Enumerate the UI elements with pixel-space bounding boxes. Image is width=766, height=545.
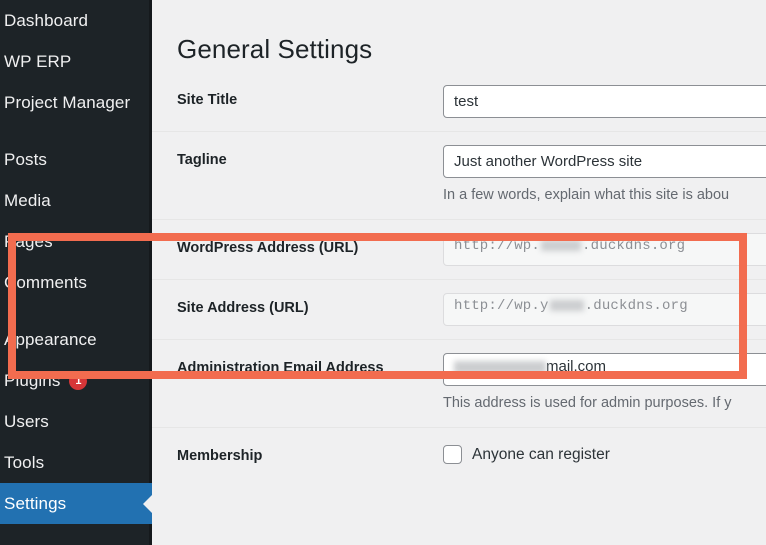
- anyone-can-register-label: Anyone can register: [472, 445, 610, 463]
- admin-sidebar: Dashboard WP ERP Project Manager Posts M…: [0, 0, 152, 545]
- sidebar-item-media[interactable]: Media: [0, 180, 152, 221]
- form-row-membership: Membership Anyone can register: [152, 427, 766, 485]
- sidebar-item-label: Project Manager: [4, 92, 131, 112]
- sidebar-item-posts[interactable]: Posts: [0, 139, 152, 180]
- tagline-description: In a few words, explain what this site i…: [443, 187, 730, 203]
- membership-label: Membership: [177, 448, 263, 465]
- sidebar-item-label: Appearance: [4, 329, 97, 349]
- admin-email-label: Administration Email Address: [177, 360, 384, 377]
- form-row-admin-email: Administration Email Address mail.com Th…: [152, 339, 766, 427]
- sidebar-item-comments[interactable]: Comments: [0, 262, 152, 303]
- sidebar-item-label: Media: [4, 190, 51, 210]
- sidebar-item-wp-erp[interactable]: WP ERP: [0, 41, 152, 82]
- sidebar-item-project-manager[interactable]: Project Manager: [0, 82, 152, 123]
- site-address-redaction: [549, 299, 584, 311]
- wordpress-address-cell: http://wp. .duckdns.org: [435, 220, 766, 279]
- sidebar-item-label: Posts: [4, 149, 48, 169]
- membership-cell: Anyone can register: [435, 428, 766, 477]
- sidebar-item-label: Settings: [4, 493, 67, 513]
- admin-email-redaction: [454, 360, 546, 374]
- form-row-site-title: Site Title: [152, 72, 766, 131]
- sidebar-item-label: Dashboard: [4, 10, 89, 30]
- site-address-input: http://wp.y .duckdns.org: [443, 293, 766, 327]
- tagline-input[interactable]: [443, 145, 766, 178]
- sidebar-item-label: Plugins: [4, 370, 61, 390]
- sidebar-separator: [0, 303, 152, 319]
- wordpress-address-label: WordPress Address (URL): [177, 240, 359, 257]
- sidebar-item-label: Comments: [4, 272, 87, 292]
- sidebar-menu: Dashboard WP ERP Project Manager Posts M…: [0, 0, 152, 524]
- admin-email-input[interactable]: mail.com: [443, 353, 766, 387]
- membership-checkbox-row[interactable]: Anyone can register: [443, 441, 766, 465]
- sidebar-item-label: WP ERP: [4, 51, 72, 71]
- sidebar-item-plugins[interactable]: Plugins 1: [0, 360, 152, 401]
- admin-screen: Dashboard WP ERP Project Manager Posts M…: [0, 0, 766, 545]
- sidebar-item-tools[interactable]: Tools: [0, 442, 152, 483]
- plugins-update-badge: 1: [69, 371, 88, 390]
- sidebar-item-settings[interactable]: Settings: [0, 483, 152, 524]
- admin-email-suffix: mail.com: [546, 358, 607, 376]
- site-title-cell: [435, 72, 766, 131]
- form-row-wordpress-address: WordPress Address (URL) http://wp. .duckd…: [152, 219, 766, 279]
- site-title-label: Site Title: [177, 92, 238, 108]
- form-row-tagline: Tagline In a few words, explain what thi…: [152, 131, 766, 219]
- current-menu-arrow-icon: [143, 493, 152, 514]
- site-address-cell: http://wp.y .duckdns.org: [435, 280, 766, 339]
- site-address-suffix: .duckdns.org: [584, 298, 688, 315]
- sidebar-item-appearance[interactable]: Appearance: [0, 319, 152, 360]
- page-title: General Settings: [177, 34, 373, 65]
- sidebar-item-pages[interactable]: Pages: [0, 221, 152, 262]
- tagline-label: Tagline: [177, 152, 227, 168]
- form-row-site-address: Site Address (URL) http://wp.y .duckdns.o…: [152, 279, 766, 339]
- site-address-prefix: http://wp.y: [454, 298, 549, 315]
- sidebar-item-dashboard[interactable]: Dashboard: [0, 0, 152, 41]
- general-settings-form: Site Title Tagline In a few words, expla…: [152, 72, 766, 485]
- wordpress-address-redaction: [541, 239, 582, 251]
- wordpress-address-prefix: http://wp.: [454, 238, 541, 255]
- admin-email-description: This address is used for admin purposes.…: [443, 395, 732, 412]
- site-address-label: Site Address (URL): [177, 300, 309, 317]
- sidebar-item-label: Pages: [4, 231, 53, 251]
- sidebar-item-label: Users: [4, 411, 49, 431]
- tagline-cell: In a few words, explain what this site i…: [435, 132, 766, 219]
- settings-content: General Settings Site Title Tagline In a…: [152, 0, 766, 545]
- anyone-can-register-checkbox[interactable]: [443, 445, 462, 465]
- site-title-input[interactable]: [443, 85, 766, 118]
- wordpress-address-suffix: .duckdns.org: [582, 238, 686, 255]
- sidebar-separator: [0, 123, 152, 139]
- sidebar-item-label: Tools: [4, 452, 45, 472]
- admin-email-cell: mail.com This address is used for admin …: [435, 340, 766, 427]
- sidebar-item-users[interactable]: Users: [0, 401, 152, 442]
- wordpress-address-input: http://wp. .duckdns.org: [443, 233, 766, 267]
